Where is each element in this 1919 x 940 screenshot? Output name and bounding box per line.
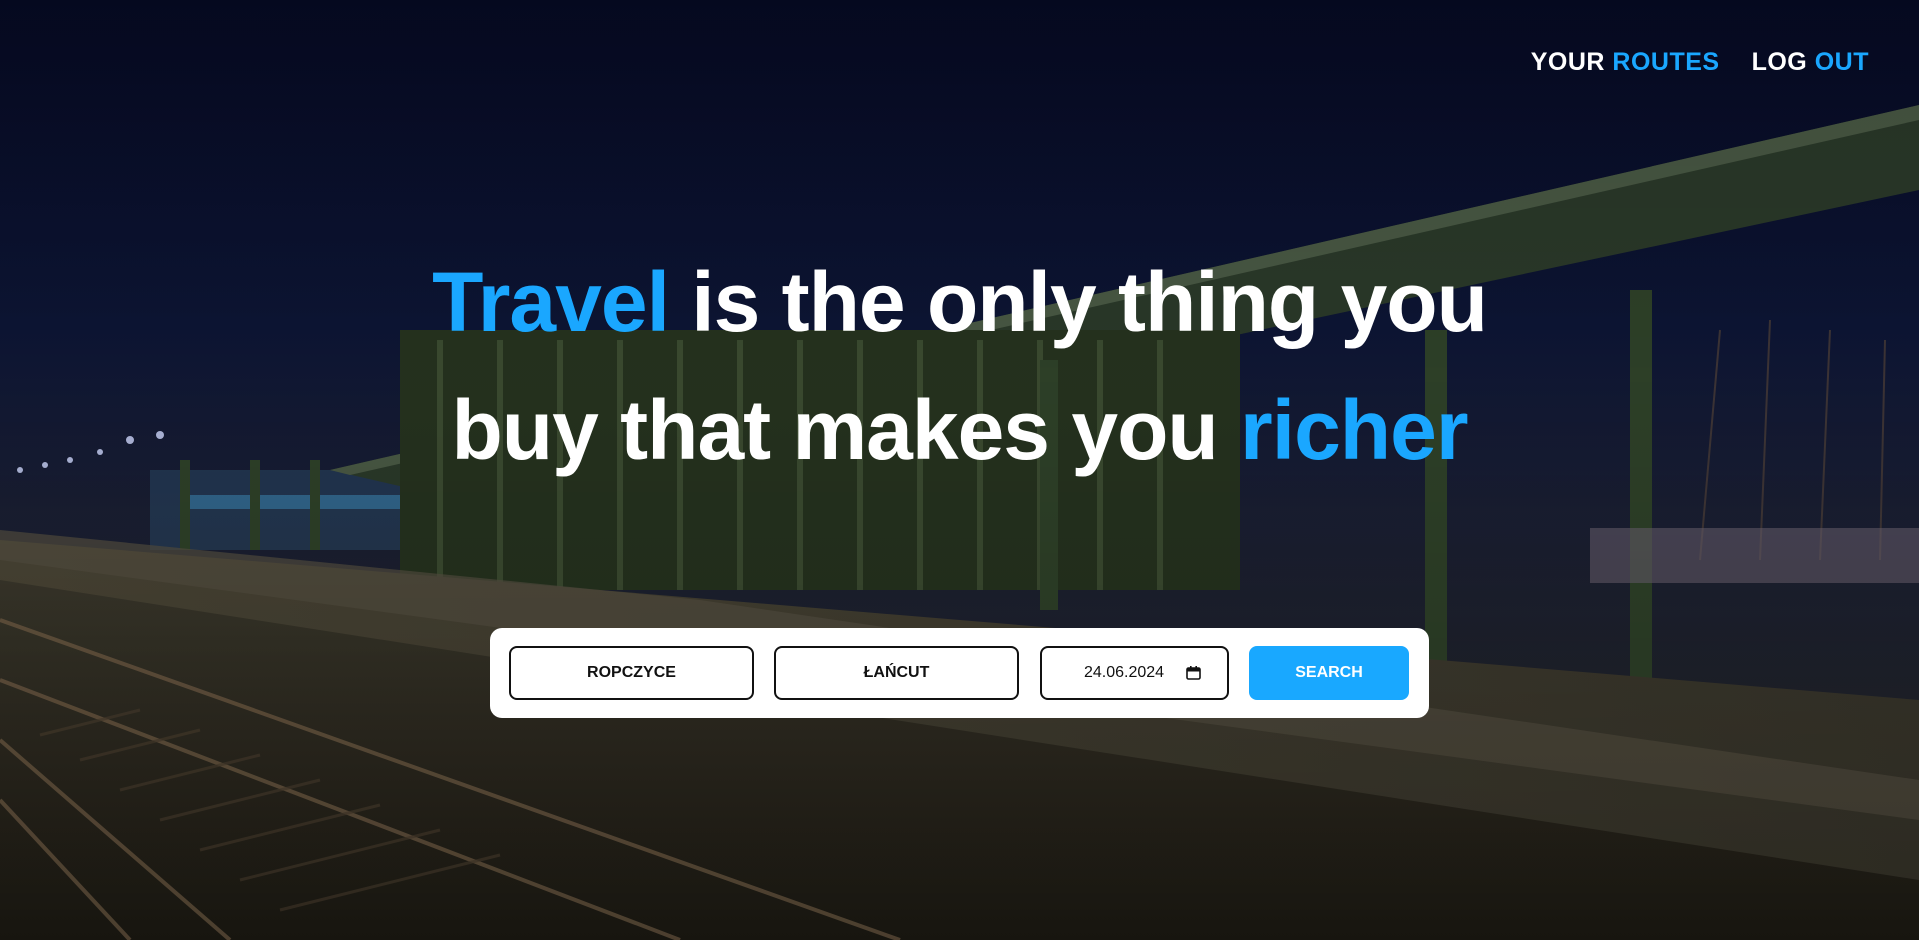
- origin-station-field[interactable]: ROPCZYCE: [509, 646, 754, 700]
- log-out-label-part1: LOG: [1751, 48, 1808, 76]
- hero-accent-travel: Travel: [432, 255, 670, 349]
- your-routes-label-part1: YOUR: [1530, 48, 1605, 76]
- hero-line2-text: buy that makes you: [451, 383, 1241, 477]
- log-out-link[interactable]: LOG OUT: [1752, 48, 1869, 77]
- origin-station-value: ROPCZYCE: [587, 664, 676, 681]
- hero-accent-richer: richer: [1240, 383, 1468, 477]
- travel-date-value: 24.06.2024: [1084, 664, 1165, 681]
- search-button[interactable]: SEARCH: [1249, 646, 1409, 700]
- hero-heading: Travel is the only thing you buy that ma…: [0, 238, 1919, 494]
- destination-station-field[interactable]: ŁAŃCUT: [774, 646, 1019, 700]
- route-search-form: ROPCZYCE ŁAŃCUT 24.06.2024 SEARCH: [490, 628, 1429, 718]
- hero-line1-text: is the only thing you: [668, 255, 1488, 349]
- your-routes-link[interactable]: YOUR ROUTES: [1531, 48, 1720, 77]
- top-nav: YOUR ROUTES LOG OUT: [1531, 48, 1869, 77]
- log-out-label-part2: OUT: [1814, 48, 1869, 76]
- calendar-icon[interactable]: [1186, 666, 1201, 680]
- destination-station-value: ŁAŃCUT: [863, 664, 930, 681]
- your-routes-label-part2: ROUTES: [1612, 48, 1720, 76]
- page: YOUR ROUTES LOG OUT Travel is the only t…: [0, 0, 1919, 940]
- travel-date-field[interactable]: 24.06.2024: [1040, 646, 1229, 700]
